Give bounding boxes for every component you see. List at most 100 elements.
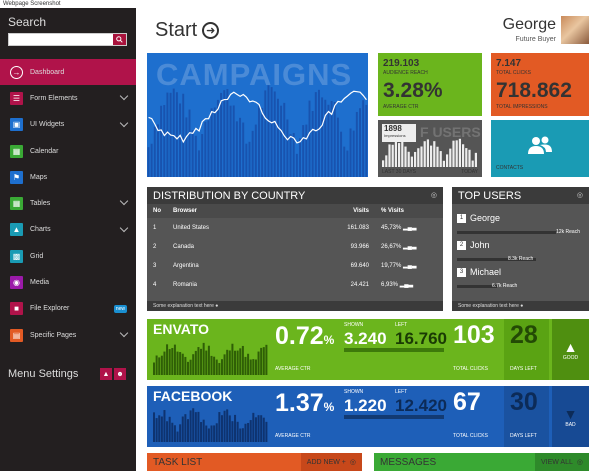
sidebar-item-calendar[interactable]: ▦ Calendar [0,138,136,164]
users-bar [436,146,439,167]
campaign-bar [302,125,305,177]
campaign-bar [251,130,254,177]
sidebar-item-tables[interactable]: ▦ Tables [0,190,136,216]
campaign-bar [166,92,169,177]
sidebar-item-media[interactable]: ◉ Media [0,269,136,295]
table-row[interactable]: 2 Canada 93.966 26,67% ▂▄▃ [147,237,443,256]
user-name[interactable]: George [503,16,556,34]
top-user-item[interactable]: 3 Michael [457,267,501,277]
table-row[interactable]: 4 Romania 24.421 6,93% ▂▄▃ [147,275,443,294]
campaign-bar [317,89,320,177]
spark-bar [189,359,192,375]
average-ctr-caption: AVERAGE CTR [275,433,311,439]
spark-bar [247,422,250,442]
campaign-bar [194,135,197,177]
spark-bar [160,355,163,375]
campaigns-tile[interactable]: CAMPAIGNS [147,53,368,177]
top-user-item[interactable]: 1 George [457,213,500,223]
ctr-unit: % [323,400,335,414]
spark-bar [205,350,208,375]
table-row[interactable]: 3 Argentina 69.640 19,77% ▂▄▃ [147,256,443,275]
search-icon [116,36,123,43]
arrow-right-circle-icon[interactable]: ➜ [202,22,220,39]
top-user-item[interactable]: 2 John [457,240,490,250]
users-bar [426,139,429,167]
sidebar-item-specific-pages[interactable]: ▤ Specific Pages [0,322,136,348]
spark-bar [179,424,182,442]
eye-icon: ◎ [349,459,356,466]
task-list-header: TASK LIST ADD NEW + ◎ [147,453,362,471]
left-value: 12.420 [395,396,447,415]
status-bad: ▼ BAD [552,386,589,447]
pin-icon[interactable]: ▲ [100,368,112,380]
campaign-bar [336,117,339,177]
users-bar [398,143,401,167]
campaign-bar [156,124,159,177]
total-clicks-value: 67 [453,388,481,416]
sidebar-item-grid[interactable]: ▩ Grid [0,243,136,269]
users-bar [442,160,445,167]
explanation-text: Some explanation text here [458,303,519,309]
eye-icon[interactable]: ◎ [431,191,437,199]
spark-bar [223,354,226,375]
spark-bar [254,417,257,442]
spark-bar [226,349,229,375]
campaign-bar [264,90,267,177]
sidebar-item-charts[interactable]: ▲ Charts [0,217,136,243]
today-caption: TODAY [461,169,478,175]
sidebar-item-ui-widgets[interactable]: ▣ UI Widgets [0,112,136,138]
campaign-bar [216,99,219,177]
sidebar-item-dashboard[interactable]: → Dashboard [0,59,136,86]
sidebar-item-maps[interactable]: ⚑ Maps [0,164,136,190]
person-icon[interactable]: ☻ [114,368,126,380]
envato-band[interactable]: ENVATO 0.72% AVERAGE CTR SHOWN 3.240 LEF… [147,319,589,380]
audience-reach-tile[interactable]: 219.103 AUDIENCE REACH 3.28% AVERAGE CTR [378,53,482,116]
calendar-icon: ▦ [10,144,23,158]
avatar[interactable] [560,15,590,45]
spark-bar [155,418,158,442]
distribution-explanation[interactable]: Some explanation text here ● [147,301,443,311]
search-input[interactable] [9,40,113,51]
sidebar-item-label: UI Widgets [30,121,65,129]
search-button[interactable] [113,34,126,45]
average-ctr-value: 3.28% [383,79,443,102]
users-bar [446,154,449,167]
chevron-down-icon[interactable] [119,328,129,338]
sidebar-item-form-elements[interactable]: ☰ Form Elements [0,85,136,111]
mini-bars-icon: ▂▄▃ [403,244,417,250]
add-new-button[interactable]: ADD NEW + ◎ [300,453,362,471]
spark-bar [176,431,179,442]
add-new-label: ADD NEW + [306,458,346,466]
spark-bar [197,411,200,442]
table-row[interactable]: 1 United States 161.083 45,73% ▂▄▃ [147,218,443,237]
spark-bar [260,415,263,442]
shown-value: 3.240 [344,329,387,348]
col-header-no: No [147,204,167,218]
spark-bar [223,410,226,442]
chevron-down-icon[interactable] [119,92,129,101]
rank-badge: 1 [457,213,466,223]
rank-badge: 2 [457,240,466,250]
spark-bar [166,344,169,375]
chevron-down-icon[interactable] [119,118,129,127]
spark-bar [184,414,187,442]
contacts-tile[interactable]: CONTACTS [491,120,589,177]
cell-pct-text: 6,93% [381,282,399,288]
total-clicks-tile[interactable]: 7.147 TOTAL CLICKS 718.862 TOTAL IMPRESS… [491,53,589,116]
sidebar-item-file-explorer[interactable]: ■ File Explorer new [0,296,136,322]
spark-bar [153,362,156,375]
chevron-down-icon[interactable] [119,223,129,233]
spark-bar [257,351,260,375]
eye-icon[interactable]: ◎ [577,191,583,199]
status-good: ▲ GOOD [552,319,589,380]
col-header-visits: Visits [317,204,375,218]
messages-title: MESSAGES [380,456,437,468]
campaign-bar [349,128,352,177]
top-users-explanation[interactable]: Some explanation text here ● [452,301,589,311]
view-all-button[interactable]: VIEW ALL ◎ [534,453,589,471]
facebook-band[interactable]: FACEBOOK 1.37% AVERAGE CTR SHOWN 1.220 L… [147,386,589,447]
chevron-down-icon[interactable] [119,197,129,206]
cell-country: Romania [173,281,198,288]
users-tile[interactable]: F USERS 1898 Impressions LAST 30 DAYS TO… [378,120,482,177]
cell-pct: 6,93% ▂▄▃ [375,275,443,294]
